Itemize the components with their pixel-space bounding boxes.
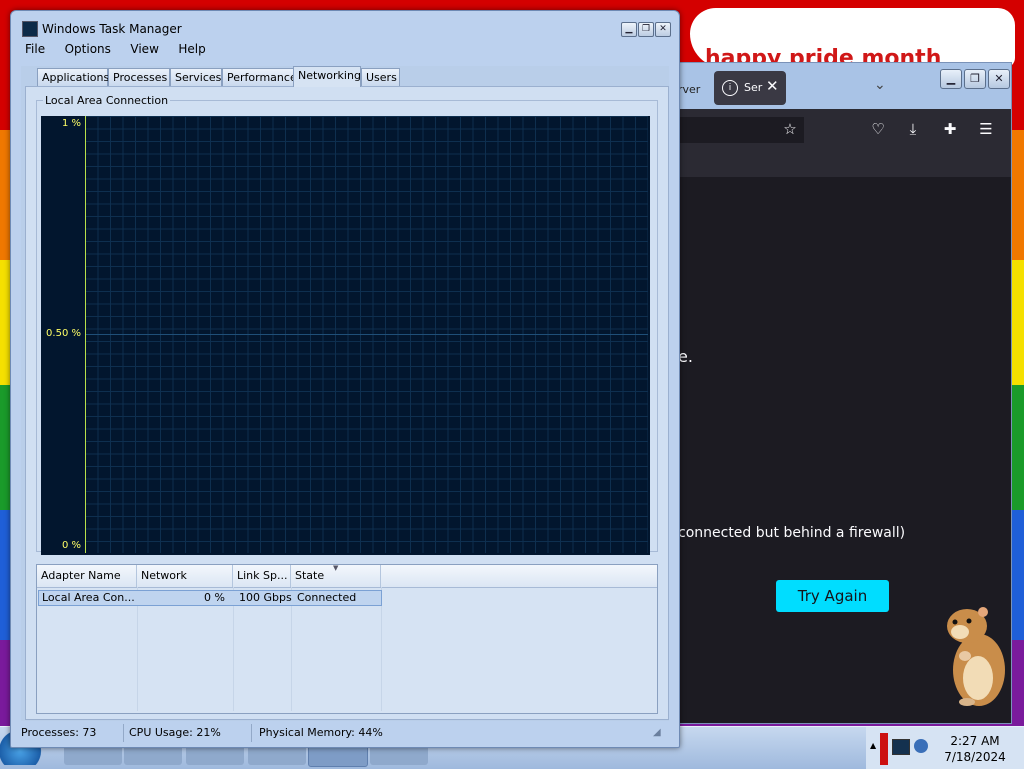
tab-applications[interactable]: Applications [37,68,109,86]
menu-view[interactable]: View [130,42,158,56]
firefox-titlebar[interactable]: rver i Ser ✕ ⌄ ▁ ❐ ✕ [656,63,1011,109]
y-label-min: 0 % [61,540,81,551]
tab-networking[interactable]: Networking [293,66,361,87]
minimize-button[interactable]: ▁ [621,22,637,37]
title-bar[interactable]: Windows Task Manager ▁ ❐ ✕ [11,11,679,41]
task-manager-app-icon [22,21,38,37]
firefox-tab-active[interactable]: i Ser ✕ [714,71,786,105]
col-link-speed[interactable]: Link Sp... [233,565,291,587]
try-again-button[interactable]: Try Again [776,580,889,612]
tab-list-chevron-icon[interactable]: ⌄ [874,77,886,93]
graph-y-axis [85,116,86,553]
menu-file[interactable]: File [25,42,45,56]
col-network-utilization[interactable]: Network Utiliza... [137,565,233,604]
network-icon[interactable] [914,739,928,753]
hamster-image [947,607,1005,706]
adapter-name: Local Area Con... [42,591,135,604]
clock-time: 2:27 AM [950,734,1000,748]
extensions-icon[interactable]: ✚ [940,119,960,139]
maximize-button[interactable]: ❐ [964,69,986,89]
col-adapter-name[interactable]: Adapter Name [37,565,137,587]
adapter-list[interactable]: Adapter Name Network Utiliza... Link Sp.… [36,564,658,714]
firefox-navbar: ☆ ♡ ⤓ ✚ ☰ [656,109,1011,147]
downloads-icon[interactable]: ⤓ [903,119,923,139]
sort-indicator-icon: ▼ [333,564,339,572]
menu-help[interactable]: Help [178,42,205,56]
status-divider [123,724,124,742]
status-cpu: CPU Usage: 21% [129,726,221,739]
graph-midline [85,334,648,335]
error-message: connected but behind a firewall) [678,525,906,541]
resize-grip-icon[interactable]: ◢ [653,727,661,738]
pocket-icon[interactable]: ♡ [868,119,888,139]
tab-processes[interactable]: Processes [108,68,170,86]
close-button[interactable]: ✕ [988,69,1010,89]
status-divider [251,724,252,742]
tab-services[interactable]: Services [170,68,222,86]
bookmarks-bar [656,147,1011,177]
status-memory: Physical Memory: 44% [259,726,383,739]
adapter-state: Connected [297,591,357,604]
close-button[interactable]: ✕ [655,22,671,37]
task-manager-window[interactable]: Windows Task Manager ▁ ❐ ✕ File Options … [10,10,680,748]
maximize-button[interactable]: ❐ [638,22,654,37]
y-label-mid: 0.50 % [46,328,81,339]
adapter-utilization: 0 % [204,591,225,604]
adapter-link-speed: 100 Gbps [239,591,292,604]
task-manager-tray-icon[interactable] [892,739,910,755]
menu-options[interactable]: Options [65,42,111,56]
clock[interactable]: 2:27 AM 7/18/2024 [930,733,1020,765]
show-hidden-icons[interactable]: ▲ [870,741,876,750]
tab-performance[interactable]: Performance [222,68,297,86]
status-processes: Processes: 73 [21,726,97,739]
graph-group-label: Local Area Connection [43,94,171,107]
tab-title: Ser [744,81,763,94]
clock-date: 7/18/2024 [944,750,1006,764]
hamburger-menu-icon[interactable]: ☰ [976,119,996,139]
y-label-max: 1 % [61,118,81,129]
info-icon: i [722,80,738,96]
list-item[interactable]: Local Area Con... 0 % 100 Gbps Connected [38,590,382,606]
minimize-button[interactable]: ▁ [940,69,962,89]
tab-users[interactable]: Users [361,68,400,86]
page-text-fragment: e. [678,347,693,366]
bookmark-star-icon[interactable]: ☆ [780,119,800,139]
networking-panel: Local Area Connection 1 % 0.50 % 0 % Ada… [25,86,669,720]
window-title: Windows Task Manager [42,22,182,36]
adapter-list-header: Adapter Name Network Utiliza... Link Sp.… [37,564,657,604]
close-tab-icon[interactable]: ✕ [766,77,779,95]
network-utilization-graph: 1 % 0.50 % 0 % [41,116,650,555]
task-manager-body: Applications Processes Services Performa… [21,66,669,721]
menu-bar: File Options View Help [25,42,222,60]
status-bar: Processes: 73 CPU Usage: 21% Physical Me… [11,721,679,745]
tray-indicator [880,733,888,765]
